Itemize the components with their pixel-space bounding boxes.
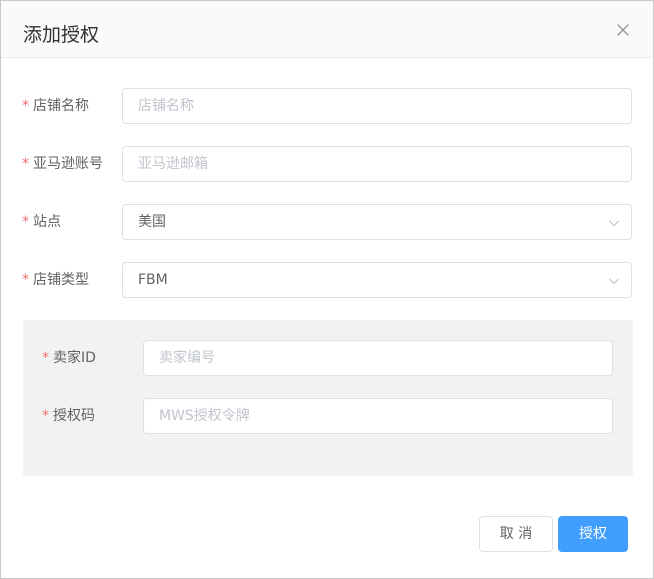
cancel-button[interactable]: 取 消 — [479, 516, 553, 552]
store-type-label: * 店铺类型 — [22, 272, 89, 288]
form-row-store-name: * 店铺名称 — [1, 88, 653, 124]
auth-code-label: * 授权码 — [42, 408, 95, 424]
authorize-button[interactable]: 授权 — [558, 516, 628, 552]
amazon-account-label: * 亚马逊账号 — [22, 156, 103, 172]
store-name-input[interactable] — [122, 88, 632, 124]
site-selected-value: 美国 — [138, 214, 166, 230]
form-row-auth-code: * 授权码 — [23, 398, 633, 434]
auth-details-panel: *卖家ID *授权码 — [23, 320, 633, 476]
site-select[interactable]: 美国 — [122, 204, 632, 240]
chevron-down-icon — [607, 216, 621, 230]
auth-code-input[interactable] — [143, 398, 613, 434]
form-row-site: * 站点 美国 — [1, 204, 653, 240]
required-mark: * — [22, 272, 29, 288]
form-row-store-type: * 店铺类型 FBM — [1, 262, 653, 298]
chevron-down-icon — [607, 274, 621, 288]
seller-id-input[interactable] — [143, 340, 613, 376]
form-row-amazon-account: * 亚马逊账号 — [1, 146, 653, 182]
form-row-seller-id: * 卖家ID — [23, 340, 633, 376]
required-mark: * — [22, 214, 29, 230]
store-type-select[interactable]: FBM — [122, 262, 632, 298]
required-mark: * — [42, 408, 49, 424]
dialog-title: 添加授权 — [23, 24, 100, 46]
store-name-label: * 店铺名称 — [22, 98, 89, 114]
add-authorization-dialog: 添加授权 *店铺名称 *亚马逊账号 *站点 美国 — [0, 0, 654, 579]
close-icon[interactable] — [614, 21, 632, 39]
required-mark: * — [42, 350, 49, 366]
required-mark: * — [22, 98, 29, 114]
seller-id-label: * 卖家ID — [42, 350, 96, 366]
store-type-selected-value: FBM — [138, 272, 168, 288]
dialog-header: 添加授权 — [1, 1, 653, 58]
site-label: * 站点 — [22, 214, 61, 230]
amazon-email-input[interactable] — [122, 146, 632, 182]
required-mark: * — [22, 156, 29, 172]
